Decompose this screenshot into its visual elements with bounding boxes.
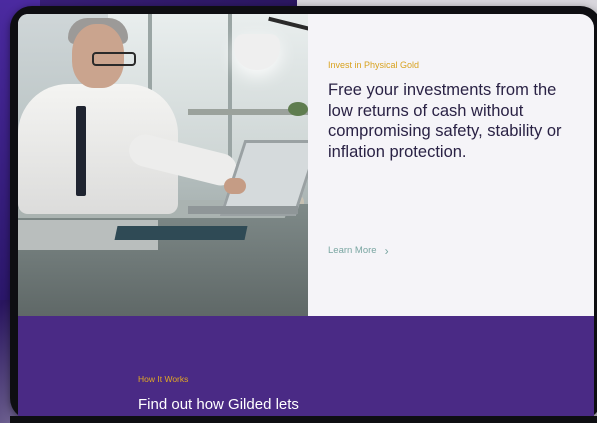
tie [76,106,86,196]
learn-more-link[interactable]: Learn More › [328,243,389,258]
hero-photo [18,14,308,316]
tablet-screen: Invest in Physical Gold Free your invest… [18,14,594,416]
glasses [92,52,136,66]
tablet-bezel-bottom [10,416,597,423]
plant [288,102,308,116]
folder [114,226,248,240]
chevron-right-icon: › [384,243,389,258]
how-it-works-section: How It Works Find out how Gilded lets [18,316,594,416]
how-it-works-eyebrow: How It Works [138,374,189,384]
window-frame-bar [228,14,232,164]
how-it-works-title: Find out how Gilded lets [138,396,299,413]
hero-content: Invest in Physical Gold Free your invest… [308,14,594,316]
laptop-base [188,206,298,214]
learn-more-label: Learn More [328,245,377,256]
hero-headline: Free your investments from the low retur… [328,81,562,161]
hero-eyebrow: Invest in Physical Gold [328,60,420,70]
person-hand [224,178,246,194]
